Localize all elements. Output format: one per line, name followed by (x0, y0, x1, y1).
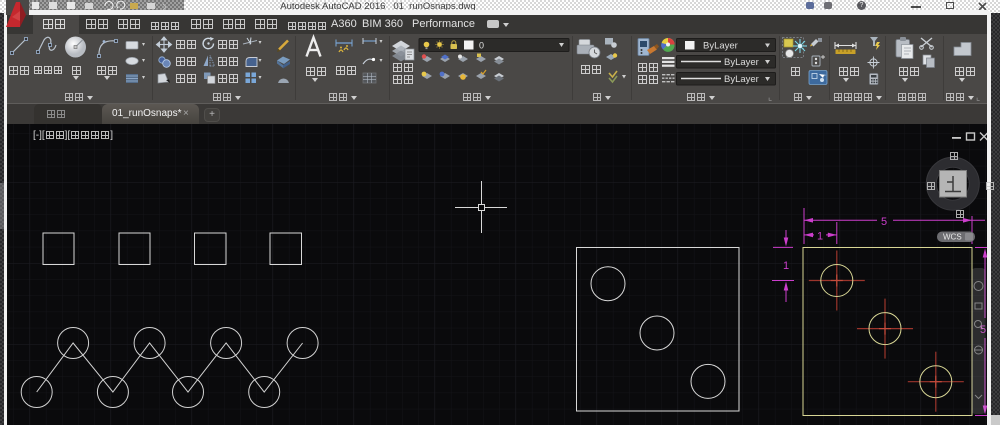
svg-text:ByLayer: ByLayer (703, 41, 738, 52)
svg-text:1: 1 (817, 231, 823, 243)
svg-text:1: 1 (783, 260, 789, 272)
svg-text:0: 0 (479, 41, 484, 51)
svg-text:WCS: WCS (943, 233, 962, 242)
svg-text:ByLayer: ByLayer (724, 74, 759, 85)
svg-text:ByLayer: ByLayer (724, 57, 759, 68)
svg-text:5: 5 (881, 216, 887, 228)
